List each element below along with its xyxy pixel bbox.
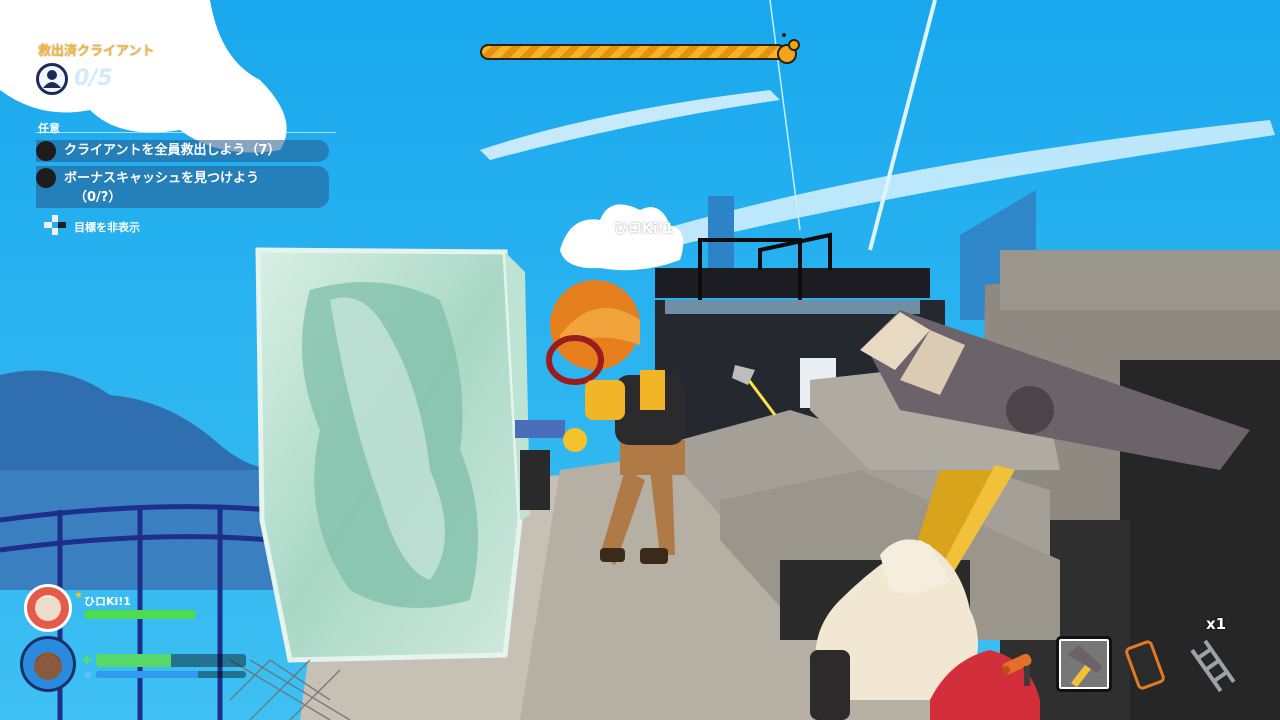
inventory-slot-phone[interactable]	[1120, 636, 1176, 692]
dpad-button-icon	[44, 215, 66, 238]
objective-text: クライアントを全員救出しよう（7）	[64, 143, 281, 158]
objective-status-icon	[36, 168, 56, 188]
alarm-icon	[776, 32, 802, 70]
objective-bonus-cash: ボーナスキャッシュを見つけよう （0/?）	[36, 166, 329, 208]
objective-rescue-all: クライアントを全員救出しよう（7）	[36, 140, 329, 162]
objective-text: ボーナスキャッシュを見つけよう	[64, 171, 260, 186]
player1-health-bar	[84, 610, 196, 619]
hide-objectives-prompt[interactable]: 目標を非表示	[44, 215, 140, 238]
ladder-icon	[1190, 639, 1236, 693]
inventory-slot-ladder[interactable]	[1186, 636, 1242, 693]
player2-water-fill	[96, 671, 198, 678]
host-star-icon: ★	[74, 590, 83, 601]
phone-icon	[1125, 640, 1165, 690]
sea	[0, 470, 300, 590]
hide-objectives-label: 目標を非表示	[74, 220, 140, 234]
divider	[36, 132, 336, 133]
ice-block	[255, 247, 530, 663]
mission-timer-fill	[482, 46, 784, 58]
objective-status-icon	[36, 141, 56, 161]
client-icon	[36, 63, 68, 95]
player2-avatar	[20, 636, 76, 692]
player1-avatar	[24, 584, 72, 632]
optional-objectives-label: 任意	[38, 122, 60, 135]
player2-health-bar	[96, 654, 246, 667]
mission-timer-bar	[480, 44, 786, 60]
axe-icon	[1067, 645, 1103, 687]
health-plus-icon: ✚	[82, 653, 93, 667]
rescued-clients-count: 0/5	[74, 66, 113, 91]
player1-health-fill	[84, 610, 196, 619]
teammate-nameplate: ひロKi!1	[614, 221, 674, 237]
player1-name: ひロKi!1	[84, 595, 131, 608]
inventory-slot-extinguisher[interactable]	[994, 636, 1050, 692]
player2-water-bar	[96, 671, 246, 678]
ladder-count: x1	[1206, 615, 1227, 633]
extinguisher-icon	[1002, 653, 1032, 686]
inventory-slot-axe[interactable]	[1056, 636, 1112, 692]
objective-progress: （0/?）	[74, 190, 122, 205]
rescued-clients-label: 救出済クライアント	[38, 44, 155, 59]
player2-health-fill	[96, 654, 171, 667]
water-drop-icon: ●	[84, 670, 92, 680]
